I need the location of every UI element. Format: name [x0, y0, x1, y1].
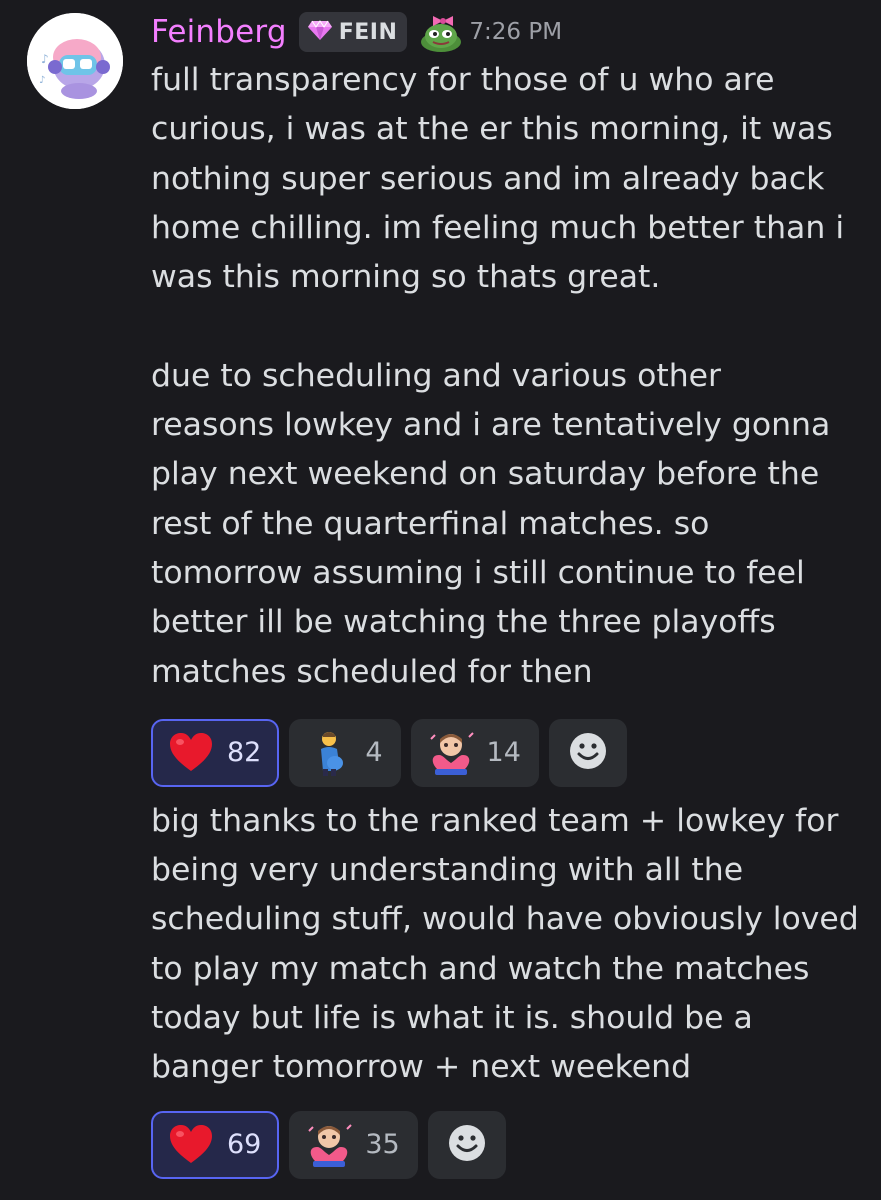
username[interactable]: Feinberg — [151, 14, 287, 50]
heart-icon — [167, 1121, 215, 1169]
add-reaction-button[interactable] — [427, 1110, 506, 1179]
heart-icon — [167, 729, 215, 777]
heart-hug-icon — [305, 1121, 353, 1169]
reaction-count: 35 — [365, 1129, 400, 1161]
reaction-pregnant-man[interactable]: 4 — [289, 718, 401, 787]
pregnant-man-icon — [305, 729, 353, 777]
pepe-bow-icon — [419, 12, 463, 52]
reaction-heart-hug[interactable]: 35 — [289, 1110, 418, 1179]
reaction-heart-hug[interactable]: 14 — [410, 718, 539, 787]
svg-text:♪: ♪ — [39, 75, 45, 86]
reaction-heart[interactable]: 69 — [151, 1110, 280, 1179]
heart-hug-icon — [427, 729, 475, 777]
reaction-count: 82 — [227, 737, 262, 769]
smiley-icon — [568, 731, 608, 775]
add-reaction-button[interactable] — [548, 718, 627, 787]
reaction-bar: 69 35 — [151, 1110, 871, 1179]
message-text: full transparency for those of u who are… — [151, 62, 845, 690]
reaction-bar: 82 4 14 — [151, 718, 871, 787]
message-header: Feinberg FEIN 7:26 PM — [151, 8, 871, 56]
timestamp[interactable]: 7:26 PM — [469, 19, 562, 45]
smiley-icon — [447, 1123, 487, 1167]
reaction-count: 4 — [365, 737, 383, 769]
reaction-heart[interactable]: 82 — [151, 718, 280, 787]
reaction-count: 69 — [227, 1129, 262, 1161]
diamond-icon — [307, 19, 333, 45]
message-group: Feinberg FEIN 7:26 PM full transparency … — [151, 8, 871, 1179]
svg-text:♪: ♪ — [41, 52, 49, 66]
reaction-count: 14 — [486, 737, 521, 769]
server-tag[interactable]: FEIN — [298, 12, 408, 52]
message-text: big thanks to the ranked team + lowkey f… — [151, 802, 859, 1086]
server-tag-label: FEIN — [338, 19, 398, 45]
user-avatar[interactable]: ♪ ♪ — [27, 13, 123, 109]
